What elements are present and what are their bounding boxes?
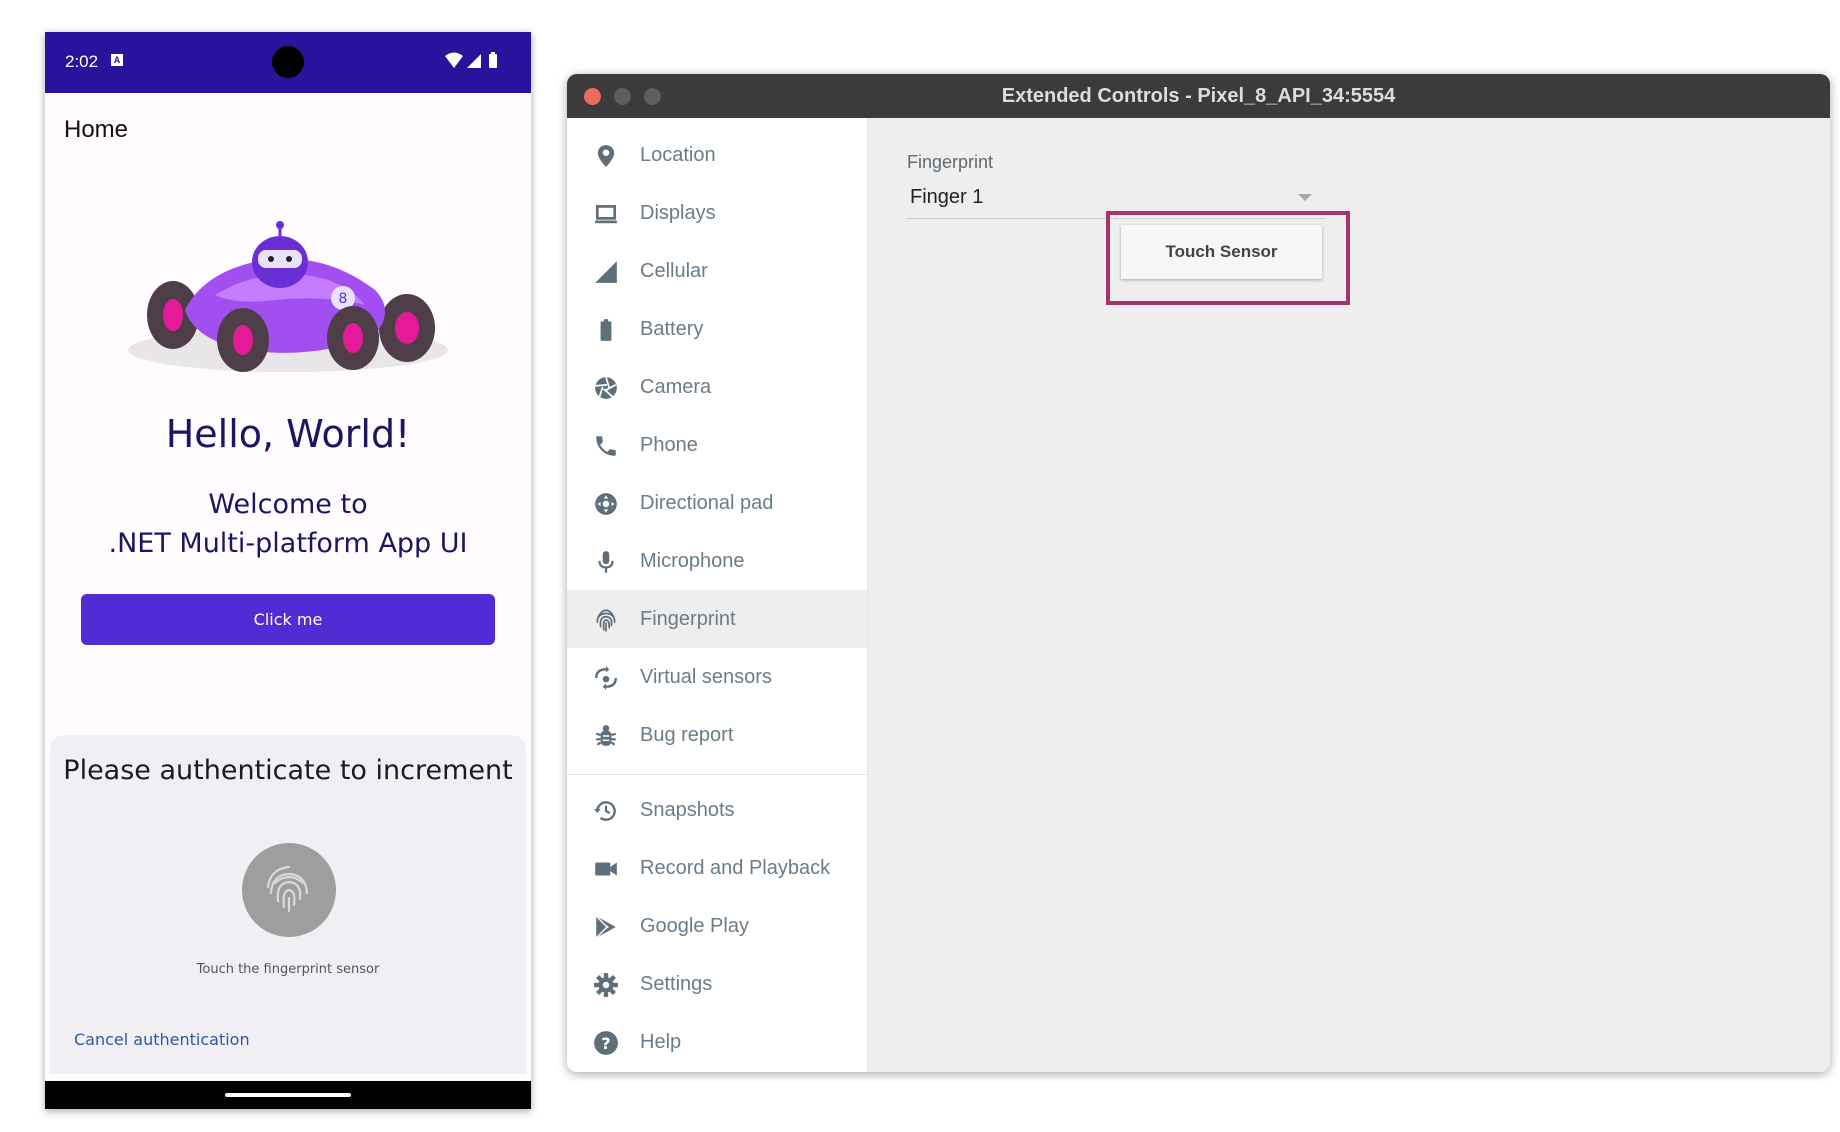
location-pin-icon [597, 145, 615, 167]
rotation-icon [595, 666, 617, 690]
battery-icon [600, 319, 612, 341]
touch-sensor-button[interactable]: Touch Sensor [1121, 225, 1322, 279]
sidebar-item-bug-report[interactable]: Bug report [567, 706, 867, 764]
sidebar-item-label: Cellular [640, 260, 708, 282]
help-icon: ? [594, 1031, 618, 1055]
sidebar-item-label: Displays [640, 202, 716, 224]
window-titlebar: Extended Controls - Pixel_8_API_34:5554 [567, 74, 1830, 118]
svg-text:8: 8 [339, 291, 348, 307]
sidebar-item-microphone[interactable]: Microphone [567, 532, 867, 590]
sidebar-divider [567, 774, 867, 775]
sidebar-item-label: Record and Playback [640, 857, 831, 879]
sidebar-item-label: Google Play [640, 915, 749, 937]
sidebar-item-fingerprint[interactable]: Fingerprint [567, 590, 867, 648]
welcome-text: Welcome to .NET Multi-platform App UI [45, 485, 531, 563]
svg-text:?: ? [601, 1034, 610, 1053]
fingerprint-icon [596, 609, 616, 632]
sidebar-item-label: Bug report [640, 724, 734, 746]
sidebar-item-cellular[interactable]: Cellular [567, 242, 867, 300]
hello-heading: Hello, World! [165, 412, 411, 456]
sidebar-item-battery[interactable]: Battery [567, 300, 867, 358]
sidebar-item-label: Directional pad [640, 492, 774, 514]
bug-icon [595, 725, 617, 746]
android-emulator-screen: 2:02 A Home 8 Hello, World! Welcome to .… [45, 32, 531, 1109]
fingerprint-label: Fingerprint [907, 152, 994, 172]
signal-icon [467, 54, 481, 68]
sidebar-item-label: Phone [640, 434, 698, 456]
click-me-button[interactable]: Click me [81, 594, 495, 645]
wifi-icon [445, 52, 463, 68]
fingerprint-panel: Fingerprint Finger 1 Touch Sensor [868, 118, 1830, 1072]
welcome-line-2: .NET Multi-platform App UI [108, 528, 468, 559]
camera-cutout [272, 46, 304, 78]
sidebar-item-label: Settings [640, 973, 713, 995]
fingerprint-hint: Touch the fingerprint sensor [196, 962, 380, 977]
sidebar-item-virtual-sensors[interactable]: Virtual sensors [567, 648, 867, 706]
sidebar-item-google-play[interactable]: Google Play [567, 897, 867, 955]
sidebar-item-camera[interactable]: Camera [567, 358, 867, 416]
sidebar-item-label: Virtual sensors [640, 666, 772, 688]
status-bar: 2:02 A [45, 32, 531, 93]
dpad-icon [595, 493, 617, 515]
sidebar-item-record-and-playback[interactable]: Record and Playback [567, 839, 867, 897]
sidebar-item-settings[interactable]: Settings [567, 955, 867, 1013]
camera-aperture-icon [595, 376, 617, 399]
sidebar-item-snapshots[interactable]: Snapshots [567, 781, 867, 839]
sidebar-item-location[interactable]: Location [567, 126, 867, 184]
sidebar-item-label: Fingerprint [640, 608, 736, 630]
sidebar-item-label: Camera [640, 376, 712, 398]
sidebar-item-phone[interactable]: Phone [567, 416, 867, 474]
microphone-icon [598, 551, 614, 573]
sidebar-item-label: Help [640, 1031, 682, 1053]
video-camera-icon [595, 862, 617, 876]
sidebar-item-label: Location [640, 144, 716, 166]
history-icon [594, 801, 616, 821]
cancel-authentication-button[interactable]: Cancel authentication [74, 1030, 250, 1049]
fingerprint-icon [266, 865, 309, 913]
welcome-line-1: Welcome to [208, 489, 368, 520]
status-time: 2:02 [65, 52, 99, 71]
race-car-mascot-image: 8 [128, 221, 448, 372]
sidebar-item-label: Microphone [640, 550, 745, 572]
chevron-down-icon [1298, 194, 1312, 201]
display-icon [595, 205, 617, 224]
sidebar-item-help[interactable]: ? Help [567, 1013, 867, 1071]
sidebar-item-displays[interactable]: Displays [567, 184, 867, 242]
gear-icon [594, 973, 618, 997]
sidebar: Location Displays Cellular Battery Camer… [567, 118, 868, 1072]
battery-icon [489, 52, 497, 68]
auth-title: Please authenticate to increment [63, 755, 513, 786]
notification-icon: A [111, 54, 123, 66]
sidebar-item-label: Battery [640, 318, 704, 340]
fingerprint-sensor-indicator [242, 843, 336, 937]
sidebar-item-directional-pad[interactable]: Directional pad [567, 474, 867, 532]
google-play-icon [595, 915, 616, 939]
extended-controls-window: Extended Controls - Pixel_8_API_34:5554 … [567, 74, 1830, 1072]
home-gesture-handle[interactable] [225, 1093, 351, 1097]
window-title: Extended Controls - Pixel_8_API_34:5554 [1001, 85, 1396, 107]
biometric-prompt-sheet: Please authenticate to increment Touch t… [50, 735, 526, 1074]
sidebar-item-label: Snapshots [640, 799, 735, 821]
page-title: Home [64, 116, 129, 143]
fingerprint-select-value: Finger 1 [910, 186, 984, 208]
status-icons [445, 52, 497, 68]
cellular-signal-icon [595, 261, 617, 283]
phone-icon [596, 436, 616, 456]
gesture-nav-bar [45, 1081, 531, 1109]
